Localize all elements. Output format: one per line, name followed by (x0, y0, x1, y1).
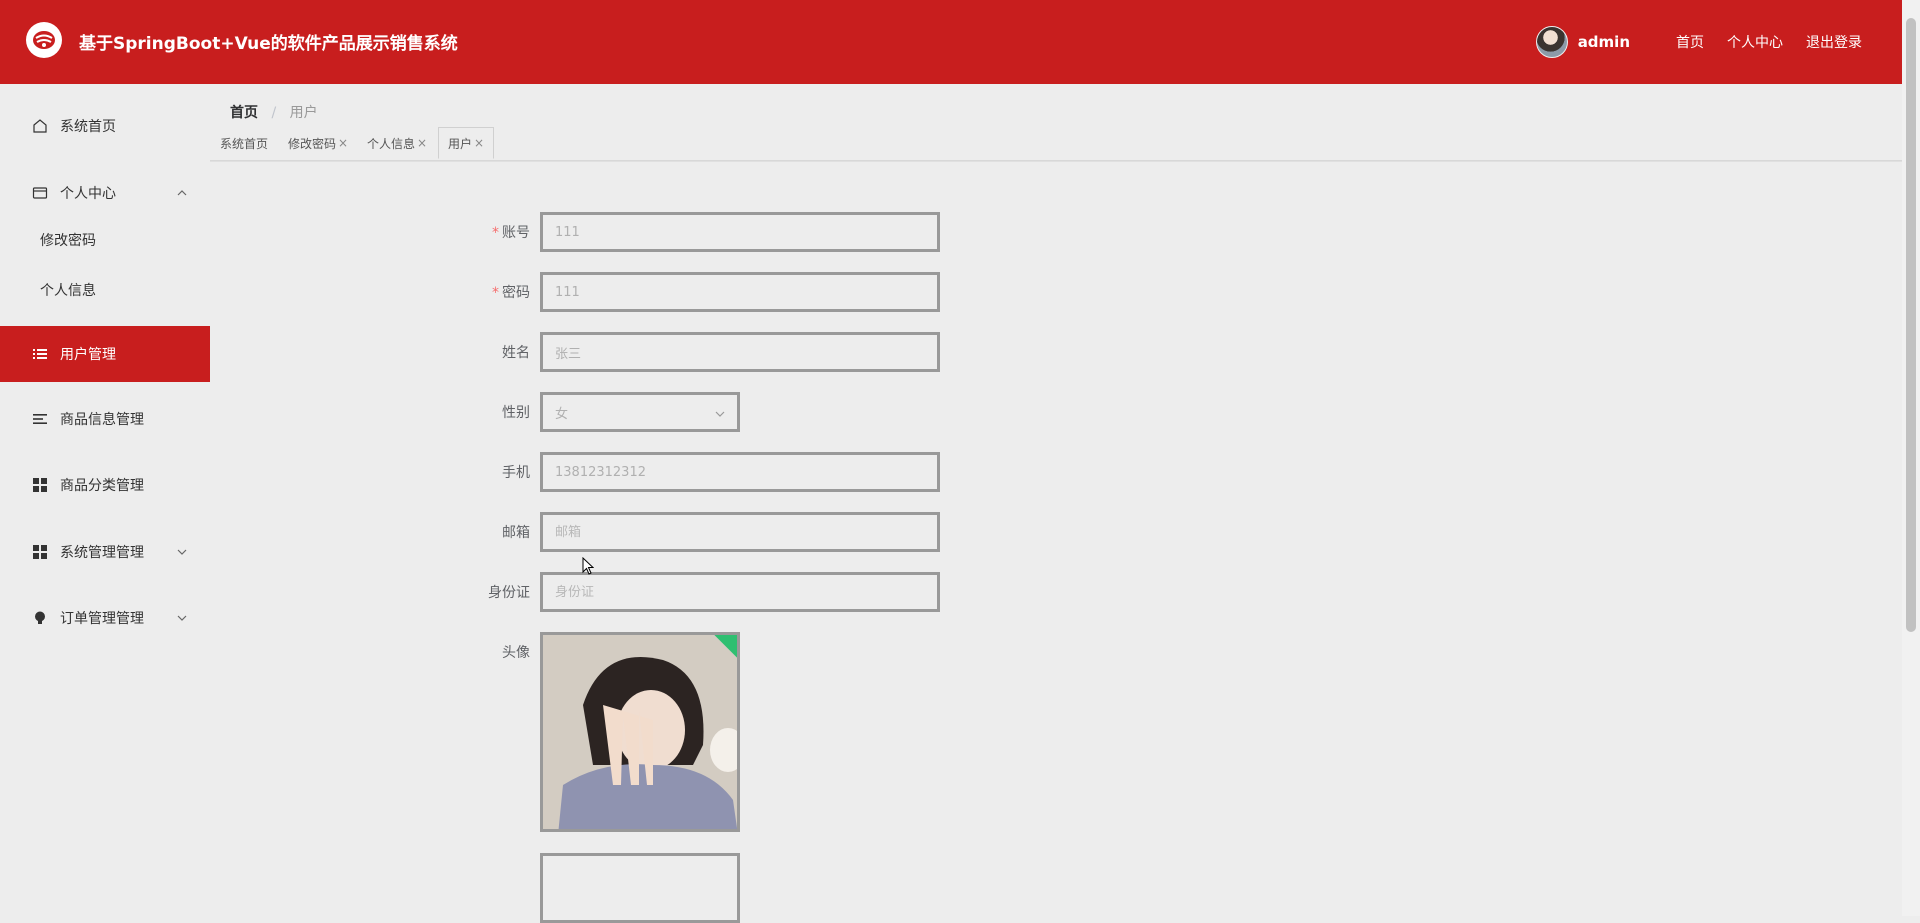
header-link-home[interactable]: 首页 (1676, 32, 1704, 52)
gender-label: 性别 (502, 405, 530, 421)
grid-icon (32, 544, 48, 560)
tab-user[interactable]: 用户 × (438, 127, 495, 159)
sidebar-item-user-management[interactable]: 用户管理 (0, 326, 210, 382)
chevron-down-icon (176, 546, 188, 558)
label-text: 账号 (502, 225, 530, 241)
app-logo-icon (26, 22, 62, 58)
sidebar-item-personal-info[interactable]: 个人信息 (0, 265, 210, 315)
idcard-label: 身份证 (488, 585, 530, 601)
gender-select[interactable]: 女 (540, 392, 740, 432)
avatar-upload-box[interactable] (540, 853, 740, 923)
sidebar-item-change-password[interactable]: 修改密码 (0, 215, 210, 265)
close-icon[interactable]: × (417, 136, 427, 150)
sidebar: 系统首页 个人中心 修改密码 个人信息 用户管理 商品信息管理 商品分类管理 系… (0, 84, 210, 916)
breadcrumb-separator: / (271, 105, 277, 121)
phone-label: 手机 (502, 465, 530, 481)
gender-value: 女 (555, 406, 569, 422)
tab-label: 用户 (448, 136, 473, 151)
chevron-down-icon (176, 612, 188, 624)
password-input[interactable] (540, 272, 940, 312)
name-input[interactable] (540, 332, 940, 372)
card-icon (32, 185, 48, 201)
tab-system-home[interactable]: 系统首页 (220, 127, 268, 159)
sidebar-item-label: 系统管理管理 (60, 545, 144, 561)
page-scrollbar[interactable] (1902, 0, 1920, 916)
chevron-down-icon (715, 408, 725, 418)
home-icon (32, 118, 48, 134)
close-icon[interactable]: × (338, 136, 348, 150)
mouse-cursor-icon (582, 556, 595, 575)
tab-personal-info[interactable]: 个人信息 × (367, 127, 427, 159)
breadcrumb: 首页 / 用户 (230, 102, 318, 122)
sidebar-item-label: 商品分类管理 (60, 478, 144, 494)
avatar-label: 头像 (502, 645, 530, 661)
email-input[interactable] (540, 512, 940, 552)
sidebar-item-label: 修改密码 (40, 233, 96, 249)
tabs-bar: 系统首页 修改密码 × 个人信息 × 用户 × (210, 127, 1902, 161)
label-text: 密码 (502, 285, 530, 301)
required-mark: * (492, 285, 499, 301)
account-input[interactable] (540, 212, 940, 252)
idcard-input[interactable] (540, 572, 940, 612)
sidebar-item-label: 商品信息管理 (60, 412, 144, 428)
avatar-image[interactable] (540, 632, 740, 832)
tab-label: 修改密码 (288, 136, 337, 151)
password-label: * 密码 (370, 282, 530, 302)
sidebar-item-product-info[interactable]: 商品信息管理 (0, 391, 210, 447)
app-title: 基于SpringBoot+Vue的软件产品展示销售系统 (79, 34, 458, 54)
sidebar-item-label: 个人信息 (40, 283, 96, 299)
tab-change-password[interactable]: 修改密码 × (288, 127, 348, 159)
phone-input[interactable] (540, 452, 940, 492)
sidebar-item-label: 订单管理管理 (60, 611, 144, 627)
sidebar-item-personal-center[interactable]: 个人中心 (0, 165, 210, 221)
header-link-logout[interactable]: 退出登录 (1806, 32, 1862, 52)
close-icon[interactable]: × (474, 136, 484, 150)
username: admin (1577, 33, 1630, 51)
chevron-up-icon (176, 187, 188, 199)
scrollbar-thumb[interactable] (1906, 18, 1916, 632)
list-icon (32, 346, 48, 362)
menu-icon (32, 411, 48, 427)
name-label: 姓名 (502, 345, 530, 361)
account-label: * 账号 (370, 222, 530, 242)
tab-label: 系统首页 (220, 136, 269, 151)
user-avatar[interactable] (1535, 26, 1568, 58)
required-mark: * (492, 225, 499, 241)
breadcrumb-current: 用户 (289, 105, 318, 121)
top-header: 基于SpringBoot+Vue的软件产品展示销售系统 admin 首页 个人中… (0, 0, 1902, 84)
email-label: 邮箱 (502, 525, 530, 541)
avatar-photo (543, 635, 737, 829)
sidebar-item-label: 用户管理 (60, 347, 116, 363)
sidebar-item-system-management[interactable]: 系统管理管理 (0, 524, 210, 580)
tabs-divider (210, 161, 1902, 162)
breadcrumb-home[interactable]: 首页 (230, 105, 258, 121)
bulb-icon (32, 610, 48, 626)
grid-icon (32, 477, 48, 493)
sidebar-item-label: 个人中心 (60, 186, 116, 202)
header-link-profile[interactable]: 个人中心 (1727, 32, 1783, 52)
sidebar-item-product-category[interactable]: 商品分类管理 (0, 457, 210, 513)
sidebar-item-label: 系统首页 (60, 119, 116, 135)
tab-label: 个人信息 (367, 136, 416, 151)
sidebar-item-order-management[interactable]: 订单管理管理 (0, 590, 210, 646)
sidebar-item-home[interactable]: 系统首页 (0, 98, 210, 154)
